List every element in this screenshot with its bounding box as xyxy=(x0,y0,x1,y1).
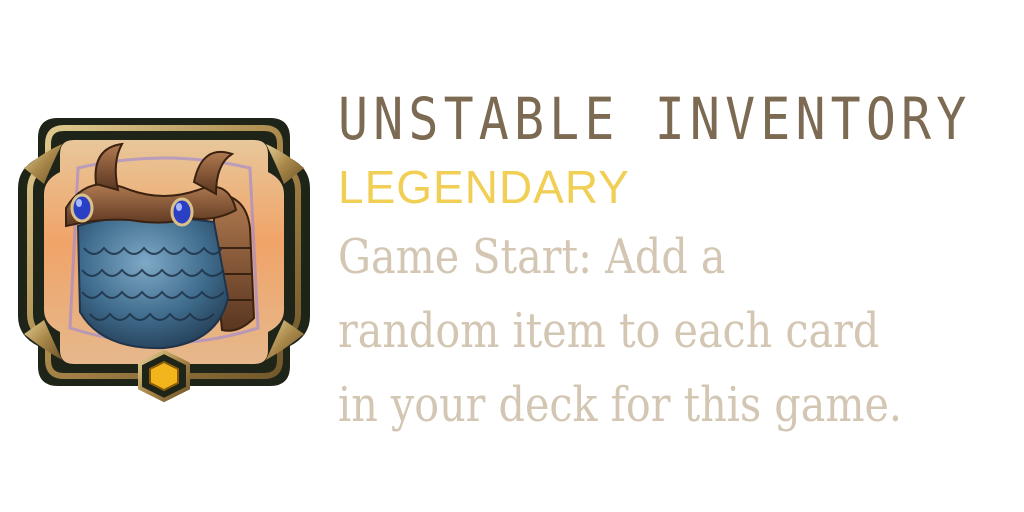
armor-scale-vest-icon xyxy=(18,118,310,403)
description-line: random item to each card xyxy=(338,303,880,359)
description-line: in your deck for this game. xyxy=(338,377,903,433)
armor-scales xyxy=(76,215,230,350)
description-line: Game Start: Add a xyxy=(338,229,726,285)
hex-gem xyxy=(149,360,179,392)
item-info: UNSTABLE INVENTORY LEGENDARY Game Start:… xyxy=(338,80,1018,442)
item-rarity: LEGENDARY xyxy=(338,161,630,213)
item-description: Game Start: Add a random item to each ca… xyxy=(338,220,923,442)
item-title: UNSTABLE INVENTORY xyxy=(338,85,972,153)
blue-gem-left xyxy=(70,193,94,223)
legendary-item-icon-frame xyxy=(18,98,310,406)
blue-gem-right xyxy=(170,197,194,227)
